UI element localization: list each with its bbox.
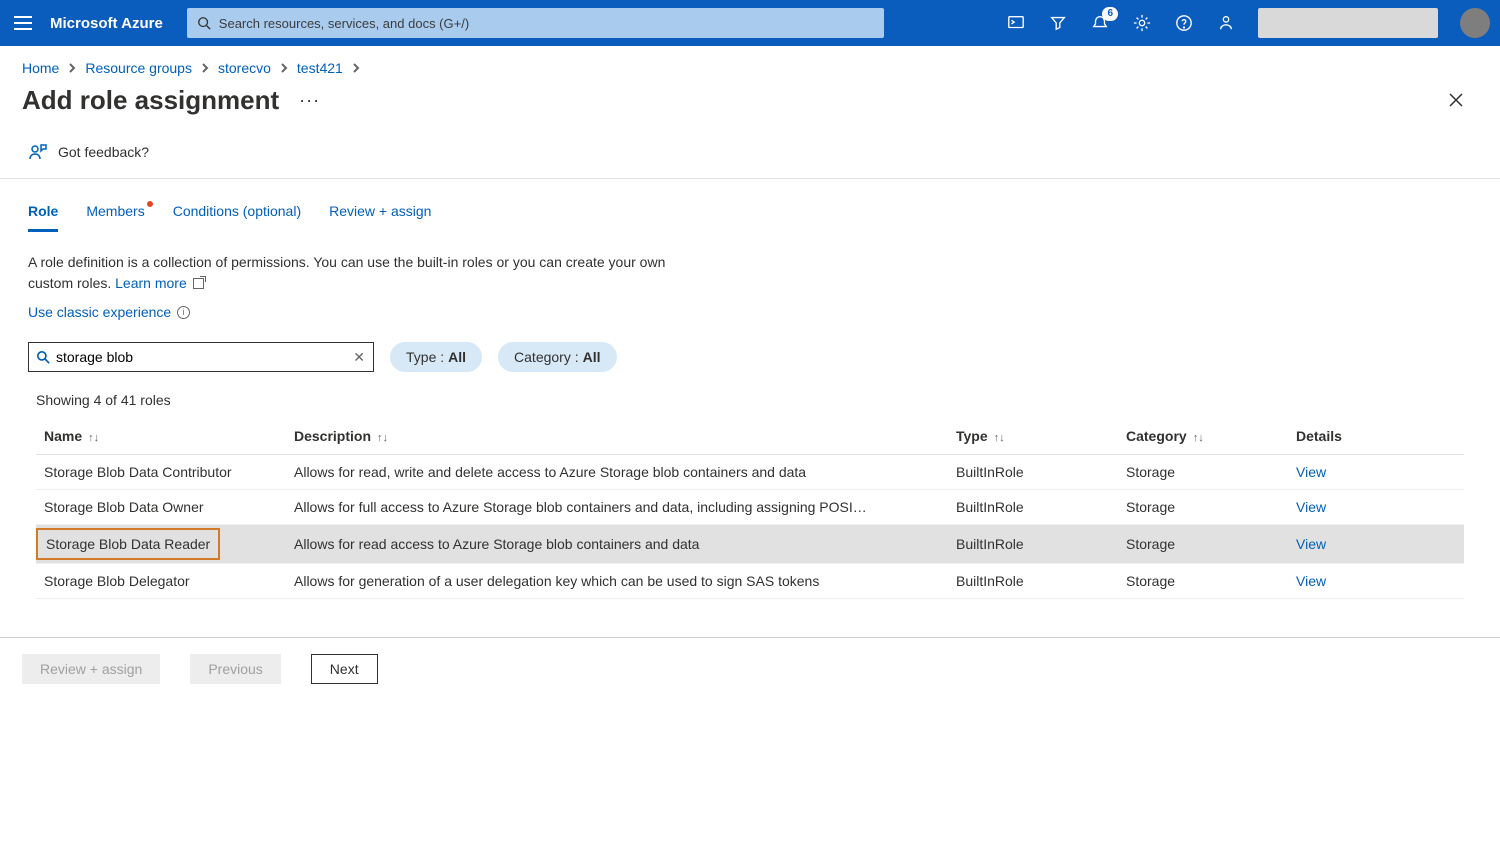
- cell-description: Allows for generation of a user delegati…: [294, 573, 956, 589]
- view-link[interactable]: View: [1296, 573, 1456, 589]
- menu-toggle-button[interactable]: [10, 10, 36, 36]
- chevron-right-icon: [351, 63, 361, 73]
- result-count: Showing 4 of 41 roles: [0, 376, 1500, 414]
- tab-conditions[interactable]: Conditions (optional): [173, 203, 301, 232]
- breadcrumb-storecvo[interactable]: storecvo: [218, 60, 271, 76]
- cell-name: Storage Blob Data Reader: [44, 534, 294, 554]
- description-text: A role definition is a collection of per…: [0, 232, 740, 300]
- chevron-right-icon: [67, 63, 77, 73]
- learn-more-link[interactable]: Learn more: [115, 275, 203, 291]
- more-actions-button[interactable]: ···: [299, 90, 320, 111]
- tab-review[interactable]: Review + assign: [329, 203, 431, 232]
- brand-label[interactable]: Microsoft Azure: [50, 15, 163, 32]
- notifications-icon[interactable]: 6: [1090, 13, 1110, 33]
- col-name[interactable]: Name↑↓: [44, 428, 294, 444]
- feedback-bar[interactable]: Got feedback?: [0, 134, 1500, 179]
- view-link[interactable]: View: [1296, 536, 1456, 552]
- cell-type: BuiltInRole: [956, 464, 1126, 480]
- cell-type: BuiltInRole: [956, 573, 1126, 589]
- col-category[interactable]: Category↑↓: [1126, 428, 1296, 444]
- cell-category: Storage: [1126, 499, 1296, 515]
- tab-role[interactable]: Role: [28, 203, 58, 232]
- search-icon: [197, 16, 211, 30]
- global-search-input[interactable]: [219, 16, 874, 31]
- page-title: Add role assignment: [22, 85, 279, 116]
- table-row[interactable]: Storage Blob Data ReaderAllows for read …: [36, 525, 1464, 564]
- next-button[interactable]: Next: [311, 654, 378, 684]
- close-button[interactable]: [1440, 84, 1472, 116]
- cell-description: Allows for read, write and delete access…: [294, 464, 956, 480]
- col-details: Details: [1296, 428, 1456, 444]
- header-toolbar: 6: [1006, 8, 1490, 38]
- notification-badge: 6: [1102, 7, 1118, 21]
- search-icon: [37, 351, 50, 364]
- clear-search-button[interactable]: ✕: [353, 349, 365, 366]
- avatar[interactable]: [1460, 8, 1490, 38]
- cell-name: Storage Blob Data Contributor: [44, 464, 294, 480]
- role-search-input[interactable]: [56, 349, 347, 365]
- page-header: Add role assignment ···: [0, 80, 1500, 134]
- classic-experience-link[interactable]: Use classic experience: [28, 304, 171, 320]
- feedback-label: Got feedback?: [58, 144, 149, 160]
- table-row[interactable]: Storage Blob DelegatorAllows for generat…: [36, 564, 1464, 599]
- cell-name: Storage Blob Data Owner: [44, 499, 294, 515]
- breadcrumb-resource-groups[interactable]: Resource groups: [85, 60, 192, 76]
- global-header: Microsoft Azure 6: [0, 0, 1500, 46]
- account-info[interactable]: [1258, 8, 1438, 38]
- filter-row: ✕ Type : All Category : All: [0, 324, 1500, 376]
- wizard-footer: Review + assign Previous Next: [0, 637, 1500, 700]
- breadcrumb-test421[interactable]: test421: [297, 60, 343, 76]
- filter-type-pill[interactable]: Type : All: [390, 342, 482, 372]
- tab-members[interactable]: Members: [86, 203, 144, 232]
- person-feedback-icon: [28, 142, 48, 162]
- external-link-icon: [193, 278, 204, 289]
- chevron-right-icon: [279, 63, 289, 73]
- sort-icon: ↑↓: [377, 432, 388, 444]
- role-search-box[interactable]: ✕: [28, 342, 374, 372]
- sort-icon: ↑↓: [994, 432, 1005, 444]
- settings-gear-icon[interactable]: [1132, 13, 1152, 33]
- feedback-icon[interactable]: [1216, 13, 1236, 33]
- cell-description: Allows for read access to Azure Storage …: [294, 536, 956, 552]
- roles-grid: Name↑↓ Description↑↓ Type↑↓ Category↑↓ D…: [36, 418, 1464, 599]
- cell-type: BuiltInRole: [956, 536, 1126, 552]
- grid-header-row: Name↑↓ Description↑↓ Type↑↓ Category↑↓ D…: [36, 418, 1464, 455]
- help-icon[interactable]: [1174, 13, 1194, 33]
- table-row[interactable]: Storage Blob Data OwnerAllows for full a…: [36, 490, 1464, 525]
- classic-experience-row: Use classic experience i: [0, 300, 1500, 324]
- cell-category: Storage: [1126, 536, 1296, 552]
- breadcrumb: Home Resource groups storecvo test421: [0, 46, 1500, 80]
- tab-members-label: Members: [86, 203, 144, 219]
- previous-button: Previous: [190, 654, 280, 684]
- breadcrumb-home[interactable]: Home: [22, 60, 59, 76]
- global-search[interactable]: [187, 8, 884, 38]
- highlighted-name: Storage Blob Data Reader: [36, 528, 220, 560]
- cell-description: Allows for full access to Azure Storage …: [294, 499, 956, 515]
- sort-icon: ↑↓: [1193, 432, 1204, 444]
- filter-category-pill[interactable]: Category : All: [498, 342, 616, 372]
- sort-icon: ↑↓: [88, 432, 99, 444]
- cloud-shell-icon[interactable]: [1006, 13, 1026, 33]
- col-type[interactable]: Type↑↓: [956, 428, 1126, 444]
- cell-name: Storage Blob Delegator: [44, 573, 294, 589]
- info-icon[interactable]: i: [177, 306, 190, 319]
- cell-category: Storage: [1126, 464, 1296, 480]
- tab-strip: Role Members Conditions (optional) Revie…: [0, 179, 1500, 232]
- view-link[interactable]: View: [1296, 499, 1456, 515]
- view-link[interactable]: View: [1296, 464, 1456, 480]
- attention-dot-icon: [147, 201, 153, 207]
- review-assign-button: Review + assign: [22, 654, 160, 684]
- filter-icon[interactable]: [1048, 13, 1068, 33]
- table-row[interactable]: Storage Blob Data ContributorAllows for …: [36, 455, 1464, 490]
- cell-type: BuiltInRole: [956, 499, 1126, 515]
- cell-category: Storage: [1126, 573, 1296, 589]
- chevron-right-icon: [200, 63, 210, 73]
- col-description[interactable]: Description↑↓: [294, 428, 956, 444]
